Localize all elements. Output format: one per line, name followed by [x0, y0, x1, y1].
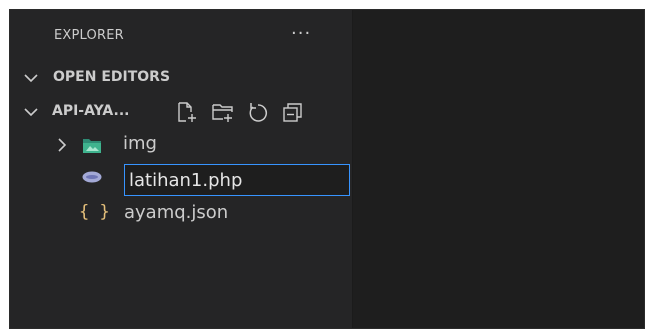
php-file-icon — [82, 171, 102, 183]
new-file-icon[interactable] — [175, 100, 199, 124]
tree-item-label: img — [123, 133, 157, 154]
vscode-window: EXPLORER ··· OPEN EDITORS API-AYA... img… — [9, 9, 645, 329]
tree-item-php-file[interactable] — [10, 164, 352, 196]
workspace-folder-header[interactable]: API-AYA... — [10, 98, 352, 126]
workspace-folder-label: API-AYA... — [52, 103, 130, 119]
chevron-down-icon — [24, 74, 38, 83]
tree-item-label: ayamq.json — [124, 202, 229, 223]
json-file-icon: { } — [79, 202, 110, 222]
tree-item-img-folder[interactable]: img — [10, 130, 352, 160]
tree-item-json-file[interactable]: { } ayamq.json — [10, 199, 352, 229]
explorer-sidebar: EXPLORER ··· OPEN EDITORS API-AYA... img… — [10, 10, 353, 328]
new-folder-icon[interactable] — [211, 100, 235, 124]
chevron-right-icon — [58, 138, 67, 152]
refresh-icon[interactable] — [246, 100, 270, 124]
collapse-all-icon[interactable] — [281, 100, 305, 124]
image-folder-icon — [83, 139, 101, 153]
explorer-title: EXPLORER — [54, 28, 124, 43]
more-actions-button[interactable]: ··· — [291, 23, 311, 44]
open-editors-section-header[interactable]: OPEN EDITORS — [10, 64, 352, 92]
explorer-header: EXPLORER ··· — [10, 23, 352, 52]
rename-input[interactable] — [124, 164, 350, 196]
chevron-down-icon — [24, 108, 38, 117]
open-editors-label: OPEN EDITORS — [53, 69, 171, 85]
editor-area[interactable] — [353, 10, 644, 328]
